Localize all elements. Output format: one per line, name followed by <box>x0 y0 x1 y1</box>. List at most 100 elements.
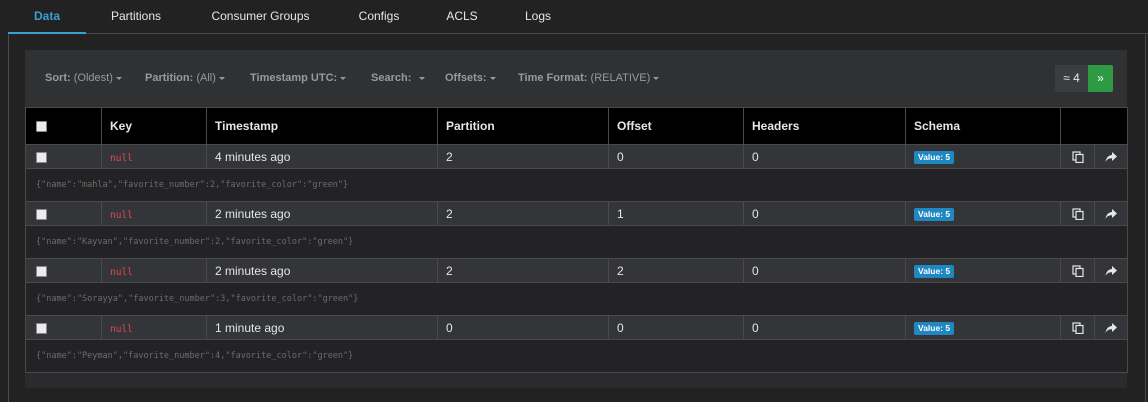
time-format-label: Time Format: <box>518 72 588 84</box>
copy-cell <box>1060 144 1095 169</box>
search-dropdown[interactable]: Search: <box>371 71 426 85</box>
caret-down-icon <box>340 76 347 80</box>
caret-down-icon <box>653 76 660 80</box>
schema-badge[interactable]: Value: 5 <box>914 265 955 278</box>
table-row[interactable]: null 2 minutes ago 2 2 0 Value: 5 <box>25 258 1128 283</box>
table-header-row: Key Timestamp Partition Offset Headers S… <box>25 107 1128 145</box>
row-checkbox[interactable] <box>36 151 47 163</box>
row-checkbox[interactable] <box>36 265 47 277</box>
time-format-dropdown[interactable]: Time Format: (RELATIVE) <box>518 71 660 85</box>
column-header[interactable]: Key <box>101 107 207 145</box>
caret-down-icon <box>419 76 426 80</box>
payload-row: {"name":"Peyman","favorite_number":4,"fa… <box>25 339 1128 373</box>
timestamp-dropdown[interactable]: Timestamp UTC: <box>250 71 347 85</box>
column-header[interactable]: Schema <box>905 107 1061 145</box>
column-header[interactable]: Partition <box>437 107 609 145</box>
table-row[interactable]: null 1 minute ago 0 0 0 Value: 5 <box>25 315 1128 340</box>
table-row[interactable]: null 4 minutes ago 2 0 0 Value: 5 <box>25 144 1128 169</box>
tab-partitions[interactable]: Partitions <box>98 0 174 32</box>
caret-down-icon <box>115 76 122 80</box>
partition-value: (All) <box>196 72 216 84</box>
schema-badge[interactable]: Value: 5 <box>914 151 955 164</box>
timestamp-cell: 1 minute ago <box>206 315 438 340</box>
next-page-button[interactable]: » <box>1088 65 1113 92</box>
share-cell <box>1094 315 1128 340</box>
copy-icon[interactable] <box>1071 265 1084 278</box>
row-checkbox[interactable] <box>36 208 47 220</box>
row-checkbox[interactable] <box>36 322 47 334</box>
schema-cell: Value: 5 <box>905 315 1061 340</box>
copy-cell <box>1060 258 1095 283</box>
partition-cell: 2 <box>437 258 609 283</box>
schema-badge[interactable]: Value: 5 <box>914 208 955 221</box>
key-cell: null <box>101 258 207 283</box>
share-icon[interactable] <box>1105 208 1117 220</box>
offset-cell: 2 <box>608 258 744 283</box>
partition-cell: 0 <box>437 315 609 340</box>
offsets-label: Offsets: <box>445 72 487 84</box>
offset-cell: 1 <box>608 201 744 226</box>
message-payload: {"name":"mahla","favorite_number":2,"fav… <box>25 168 1128 202</box>
key-value: null <box>110 323 133 335</box>
row-select-cell <box>25 258 102 283</box>
schema-cell: Value: 5 <box>905 258 1061 283</box>
copy-icon[interactable] <box>1071 151 1084 164</box>
payload-row: {"name":"Sorayya","favorite_number":3,"f… <box>25 282 1128 316</box>
offsets-dropdown[interactable]: Offsets: <box>445 71 496 85</box>
partition-cell: 2 <box>437 144 609 169</box>
payload-row: {"name":"Kayvan","favorite_number":2,"fa… <box>25 225 1128 259</box>
share-cell <box>1094 201 1128 226</box>
copy-icon[interactable] <box>1071 322 1084 335</box>
share-icon[interactable] <box>1105 322 1117 334</box>
share-cell <box>1094 144 1128 169</box>
offset-cell: 0 <box>608 144 744 169</box>
schema-cell: Value: 5 <box>905 201 1061 226</box>
tab-logs[interactable]: Logs <box>518 0 558 32</box>
data-card: Sort: (Oldest) Partition: (All) Timestam… <box>25 50 1128 388</box>
key-value: null <box>110 209 133 221</box>
timestamp-cell: 4 minutes ago <box>206 144 438 169</box>
message-payload: {"name":"Sorayya","favorite_number":3,"f… <box>25 282 1128 316</box>
record-count-button[interactable]: ≈ 4 <box>1055 65 1088 92</box>
sort-value: (Oldest) <box>73 72 113 84</box>
tab-configs[interactable]: Configs <box>351 0 407 32</box>
share-icon[interactable] <box>1105 151 1117 163</box>
share-cell <box>1094 258 1128 283</box>
headers-cell: 0 <box>743 315 906 340</box>
key-cell: null <box>101 144 207 169</box>
search-label: Search: <box>371 72 412 84</box>
headers-cell: 0 <box>743 144 906 169</box>
key-cell: null <box>101 315 207 340</box>
column-header[interactable]: Offset <box>608 107 744 145</box>
tab-consumer-groups[interactable]: Consumer Groups <box>203 0 318 32</box>
partition-dropdown[interactable]: Partition: (All) <box>145 71 225 85</box>
share-icon[interactable] <box>1105 265 1117 277</box>
copy-cell <box>1060 315 1095 340</box>
key-cell: null <box>101 201 207 226</box>
sort-dropdown[interactable]: Sort: (Oldest) <box>45 71 122 85</box>
column-header[interactable]: Headers <box>743 107 906 145</box>
row-select-cell <box>25 144 102 169</box>
caret-down-icon <box>489 76 496 80</box>
timestamp-cell: 2 minutes ago <box>206 258 438 283</box>
copy-icon[interactable] <box>1071 208 1084 221</box>
row-select-cell <box>25 201 102 226</box>
table-row[interactable]: null 2 minutes ago 2 1 0 Value: 5 <box>25 201 1128 226</box>
partition-label: Partition: <box>145 72 194 84</box>
tab-bar: Data Partitions Consumer Groups Configs … <box>8 0 1148 34</box>
select-all-checkbox[interactable] <box>36 121 47 133</box>
headers-cell: 0 <box>743 201 906 226</box>
row-select-cell <box>25 315 102 340</box>
column-header[interactable]: Timestamp <box>206 107 438 145</box>
filter-toolbar: Sort: (Oldest) Partition: (All) Timestam… <box>25 50 1127 107</box>
messages-table: Key Timestamp Partition Offset Headers S… <box>25 107 1128 373</box>
copy-cell <box>1060 201 1095 226</box>
schema-badge[interactable]: Value: 5 <box>914 322 955 335</box>
sort-label: Sort: <box>45 72 71 84</box>
headers-cell: 0 <box>743 258 906 283</box>
time-format-value: (RELATIVE) <box>590 72 651 84</box>
message-payload: {"name":"Kayvan","favorite_number":2,"fa… <box>25 225 1128 259</box>
tab-acls[interactable]: ACLS <box>441 0 483 32</box>
message-payload: {"name":"Peyman","favorite_number":4,"fa… <box>25 339 1128 373</box>
tab-data[interactable]: Data <box>8 0 86 34</box>
